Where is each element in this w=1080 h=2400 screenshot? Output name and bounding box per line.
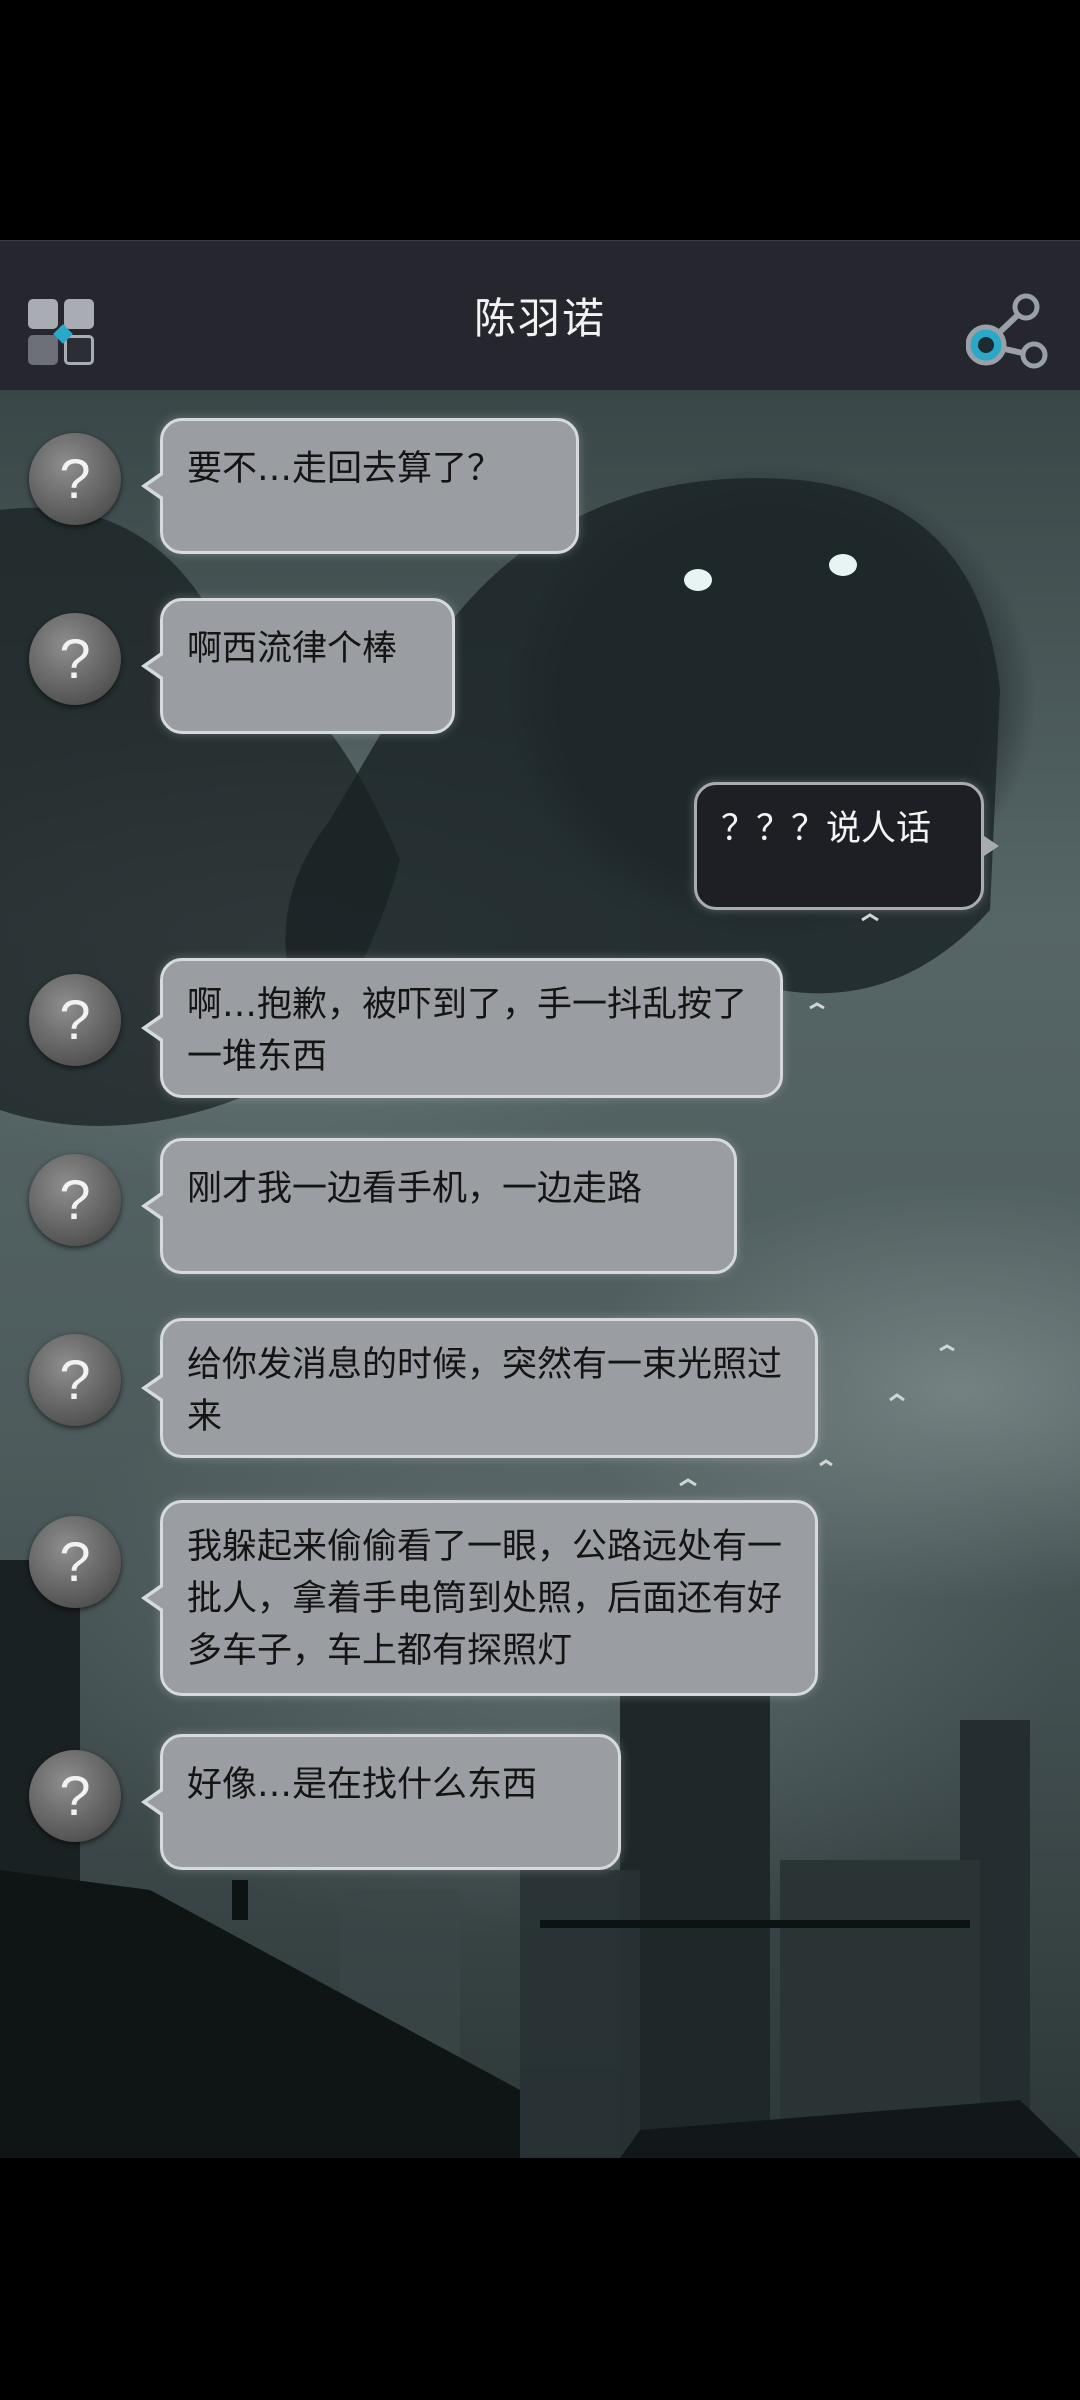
contact-avatar[interactable]: ? <box>29 433 121 525</box>
contact-name: 陈羽诺 <box>473 294 606 343</box>
contact-avatar[interactable]: ? <box>29 1750 121 1842</box>
message-bubble[interactable]: 好像…是在找什么东西 <box>141 1734 621 1870</box>
contact-avatar[interactable]: ? <box>29 1334 121 1426</box>
contact-avatar[interactable]: ? <box>29 1516 121 1608</box>
message-bubble[interactable]: 给你发消息的时候，突然有一束光照过来 <box>141 1318 818 1458</box>
contact-avatar[interactable]: ? <box>29 974 121 1066</box>
message-bubble-outgoing[interactable]: ？？？说人话 <box>694 782 999 910</box>
navigation-bar <box>0 2158 1080 2400</box>
chat-area[interactable]: ? 要不…走回去算了？ ? 啊西流律个棒 ？？？说人话 ? 啊…抱歉，被吓到了，… <box>0 390 1080 2158</box>
share-icon[interactable] <box>965 293 1052 373</box>
message-bubble[interactable]: 刚才我一边看手机，一边走路 <box>141 1138 737 1274</box>
contact-avatar[interactable]: ? <box>29 1154 121 1246</box>
message-bubble[interactable]: 要不…走回去算了？ <box>141 418 579 554</box>
contact-avatar[interactable]: ? <box>29 613 121 705</box>
message-bubble[interactable]: 啊西流律个棒 <box>141 598 455 734</box>
chat-header: 陈羽诺 <box>0 240 1080 390</box>
message-bubble[interactable]: 我躲起来偷偷看了一眼，公路远处有一批人，拿着手电筒到处照，后面还有好多车子，车上… <box>141 1500 818 1696</box>
message-bubble[interactable]: 啊…抱歉，被吓到了，手一抖乱按了一堆东西 <box>141 958 783 1098</box>
status-bar <box>0 0 1080 240</box>
